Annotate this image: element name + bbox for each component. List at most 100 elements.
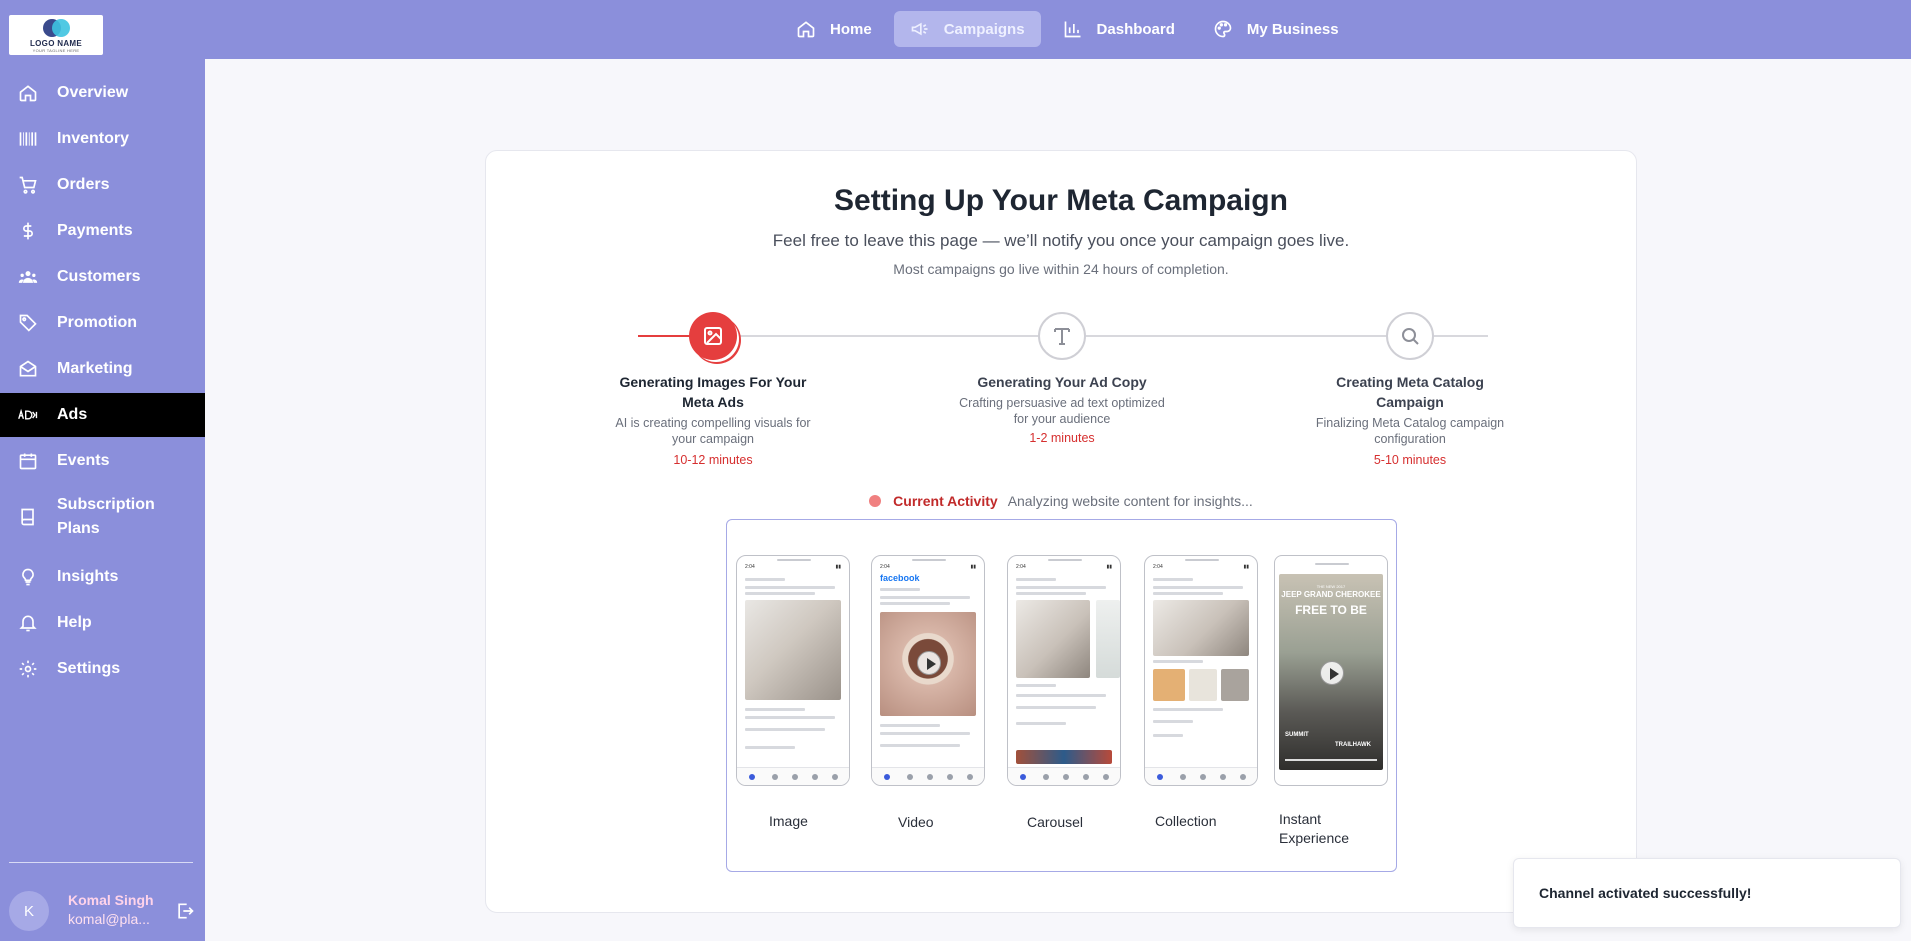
sidebar-item-overview[interactable]: Overview [0,71,205,115]
sidebar-item-inventory[interactable]: Inventory [0,117,205,161]
logo-name: LOGO NAME [29,38,83,48]
sidebar-item-payments[interactable]: Payments [0,209,205,253]
sidebar-item-label: Settings [57,660,121,677]
barcode-icon [17,128,39,150]
sidebar-item-label: Overview [57,84,129,101]
ad-formats-preview: 2:04 ▮▮ Image 2:04 ▮▮ facebook Video 2:0… [726,519,1397,872]
play-icon [1320,661,1344,685]
step-2-time: 1-2 minutes [1029,431,1095,445]
dollar-icon [17,220,39,242]
phone-time: 2:04 [1016,564,1026,570]
topnav-campaigns[interactable]: Campaigns [893,11,1041,47]
sidebar-item-label: Marketing [57,360,133,377]
activity-label: Current Activity [893,493,998,509]
step-2-desc: Crafting persuasive ad text optimized fo… [959,396,1165,426]
palette-icon [1214,20,1232,38]
megaphone-icon [911,22,928,36]
sidebar-item-insights[interactable]: Insights [0,555,205,599]
step-2-title: Generating Your Ad Copy [977,374,1147,390]
format-label-instant-experience: Instant Experience [1279,811,1350,846]
sidebar-item-label: Payments [57,222,133,239]
bell-icon [17,612,39,634]
format-label-carousel: Carousel [1027,814,1084,830]
step-3-desc: Finalizing Meta Catalog campaign configu… [1315,416,1505,446]
book-icon [17,506,39,528]
ads-icon [17,404,39,426]
sidebar-item-promotion[interactable]: Promotion [0,301,205,345]
sidebar-item-label: Help [57,614,92,631]
logout-icon[interactable] [175,901,195,921]
text-icon [1054,328,1070,345]
page-subtitle: Feel free to leave this page — we’ll not… [772,231,1350,250]
sidebar-item-ads[interactable]: Ads [0,393,205,437]
bar-chart-icon [1064,21,1081,38]
logo[interactable]: LOGO NAME YOUR TAGLINE HERE [9,15,103,55]
topnav-my-business[interactable]: My Business [1197,11,1355,47]
step-1-desc: AI is creating compelling visuals for yo… [615,416,811,446]
sidebar-item-settings[interactable]: Settings [0,647,205,691]
topnav-home-label: Home [830,20,872,38]
toast-message: Channel activated successfully! [1539,885,1752,901]
topnav-campaigns-label: Campaigns [943,20,1025,38]
sidebar-item-label: Subscription Plans [57,496,155,537]
sidebar-item-label: Ads [57,406,88,423]
calendar-icon [17,450,39,472]
search-icon [1402,328,1419,345]
current-activity: Current Activity Analyzing website conte… [486,493,1636,509]
sidebar-item-label: Orders [57,176,110,193]
phone-time: 2:04 [745,564,755,570]
step-2-circle [1038,312,1086,360]
top-nav: Home Campaigns Dashboard My Business [780,11,1355,47]
sidebar: Overview Inventory Orders Payments Custo… [0,59,205,941]
ad-brand: JEEP GRAND CHEROKEE [1281,590,1381,599]
sidebar-item-label: Events [57,452,110,469]
format-label-image: Image [769,813,808,829]
user-name: Komal Singh [68,892,154,908]
facebook-wordmark: facebook [880,573,920,583]
sidebar-item-help[interactable]: Help [0,601,205,645]
phone-mockup-video: 2:04 ▮▮ facebook [871,555,985,786]
step-1-time: 10-12 minutes [673,453,753,467]
logo-tagline: YOUR TAGLINE HERE [32,47,80,53]
page-note: Most campaigns go live within 24 hours o… [893,261,1229,277]
users-icon [17,266,39,288]
mail-icon [17,358,39,380]
ad-kicker: THE NEW 2017 [1316,584,1346,589]
sidebar-item-orders[interactable]: Orders [0,163,205,207]
bulb-icon [17,566,39,588]
tag-icon [17,312,39,334]
topnav-dashboard[interactable]: Dashboard [1047,11,1191,47]
top-bar: LOGO NAME YOUR TAGLINE HERE Home Campaig… [0,0,1911,59]
page-title: Setting Up Your Meta Campaign [834,184,1288,217]
sidebar-item-label: Promotion [57,314,137,331]
topnav-home[interactable]: Home [780,11,888,47]
image-icon [704,327,722,345]
phone-mockup-instant-experience: THE NEW 2017 JEEP GRAND CHEROKEE FREE TO… [1274,555,1388,786]
ad-slogan: FREE TO BE [1295,603,1367,617]
phone-mockup-collection: 2:04 ▮▮ [1144,555,1258,786]
phone-time: 2:04 [880,564,890,570]
phone-mockup-image: 2:04 ▮▮ [736,555,850,786]
sidebar-item-subscription-plans[interactable]: Subscription Plans [0,487,205,547]
activity-text: Analyzing website content for insights..… [1007,493,1253,509]
sidebar-item-marketing[interactable]: Marketing [0,347,205,391]
logo-mark-icon [39,18,73,38]
phone-mockup-carousel: 2:04 ▮▮ [1007,555,1121,786]
home-icon [797,21,815,38]
step-3-circle [1386,312,1434,360]
topnav-dashboard-label: Dashboard [1096,20,1175,38]
sidebar-item-label: Inventory [57,130,130,147]
sidebar-item-customers[interactable]: Customers [0,255,205,299]
step-1-circle [689,312,737,360]
user-profile[interactable]: K Komal Singh komal@pla... [9,889,199,935]
sidebar-item-label: Customers [57,268,141,285]
sidebar-item-events[interactable]: Events [0,439,205,483]
sidebar-item-label: Insights [57,568,119,585]
topnav-my-business-label: My Business [1246,20,1339,38]
step-3-title: Creating Meta Catalog Campaign [1336,374,1484,410]
step-3-time: 5-10 minutes [1373,453,1447,467]
user-email: komal@pla... [68,911,150,927]
phone-time: 2:04 [1153,564,1163,570]
step-1-title: Generating Images For Your Meta Ads [619,374,807,410]
avatar: K [9,891,49,931]
